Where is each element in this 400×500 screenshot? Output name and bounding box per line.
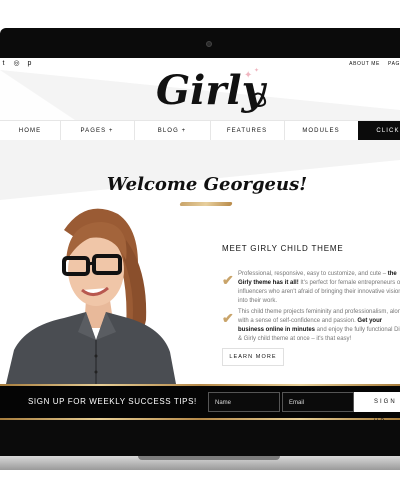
top-link-pages[interactable]: PAG	[388, 61, 400, 67]
sign-up-button[interactable]: SIGN UP	[354, 392, 400, 425]
learn-more-button[interactable]: LEARN MORE	[222, 348, 284, 366]
hero-section: Welcome Georgeus! MEET GIRLY CHILD THEME…	[0, 140, 400, 384]
laptop-notch	[138, 456, 280, 460]
laptop-frame: t ◎ p ABOUT ME PAG Girly ✦ ✦ HOME PAGES …	[0, 0, 400, 500]
main-navigation: HOME PAGES + BLOG + FEATURES MODULES CLI…	[0, 120, 400, 142]
nav-blog[interactable]: BLOG +	[134, 121, 211, 141]
nav-features[interactable]: FEATURES	[210, 121, 285, 141]
screen-bezel-bottom	[0, 420, 400, 456]
twitter-icon[interactable]: t	[0, 60, 7, 67]
name-field[interactable]: Name	[208, 392, 280, 412]
top-links: ABOUT ME PAG	[349, 61, 400, 67]
social-links: t ◎ p	[0, 60, 33, 67]
pinterest-icon[interactable]: p	[26, 60, 33, 67]
top-link-about[interactable]: ABOUT ME	[349, 61, 380, 67]
feature-paragraph-1: Professional, responsive, easy to custom…	[238, 271, 400, 304]
checkmark-icon: ✔	[222, 272, 234, 288]
instagram-icon[interactable]: ◎	[13, 60, 20, 67]
logo-mark: Girly ✦ ✦	[156, 67, 268, 114]
welcome-heading: Welcome Georgeus!	[106, 174, 308, 195]
website-screen: t ◎ p ABOUT ME PAG Girly ✦ ✦ HOME PAGES …	[0, 58, 400, 384]
nav-home[interactable]: HOME	[0, 121, 61, 141]
feature-paragraph-2: This child theme projects femininity and…	[238, 309, 400, 342]
gold-brush-divider	[179, 202, 233, 206]
email-field[interactable]: Email	[282, 392, 354, 412]
camera-icon	[206, 41, 212, 47]
nav-pages[interactable]: PAGES +	[60, 121, 135, 141]
svg-text:✦: ✦	[244, 70, 252, 81]
woman-photo	[6, 208, 176, 384]
nav-modules[interactable]: MODULES	[284, 121, 359, 141]
meet-heading: MEET GIRLY CHILD THEME	[222, 244, 344, 253]
screen-bezel-top	[0, 28, 400, 58]
svg-text:✦: ✦	[254, 67, 259, 74]
nav-click[interactable]: CLICK	[358, 121, 400, 141]
checkmark-icon: ✔	[222, 310, 234, 326]
signup-label: SIGN UP FOR WEEKLY SUCCESS TIPS!	[28, 397, 197, 406]
gold-border-top	[0, 384, 400, 386]
